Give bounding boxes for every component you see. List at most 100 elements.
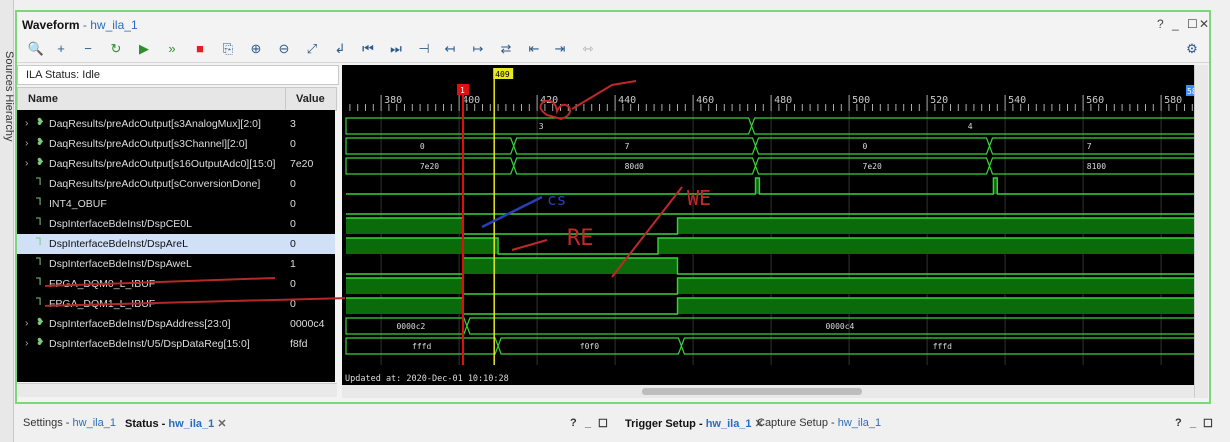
signal-row[interactable]: ⅂ DspInterfaceBdeInst/DspAreL [17,234,285,254]
signal-row[interactable]: › ❥ DspInterfaceBdeInst/U5/DspDataReg[15:0… [17,334,285,354]
signal-row[interactable]: › ❥ DaqResults/preAdcOutput[s3Channel][2:0… [17,134,285,154]
signal-value-cell[interactable]: 0 [285,234,335,254]
bus-signal-icon: ❥ [36,137,45,148]
expand-chevron-icon[interactable]: › [25,157,29,169]
bus-value-label: 0 [420,142,425,151]
bottom-minimize-button[interactable]: _ [585,417,591,437]
waveform-vertical-scrollbar[interactable] [1194,65,1208,398]
we-annotation: WE [687,186,711,210]
zoom-fit-button[interactable]: ⤢ [301,39,323,59]
bottom-restore-button[interactable]: ☐ [598,417,608,437]
tab-label: Capture Setup [757,417,828,429]
bus-value-label: f0f0 [580,342,599,351]
zoom-out-button[interactable]: ⊖ [273,39,295,59]
signal-value-cell[interactable]: 7e20 [285,154,335,174]
waveform-canvas[interactable]: 380 400 420 440 460 480 500 520 540 560 580 3 4 0 7 0 7 7… [342,8,1205,385]
next-marker-button[interactable]: ⇥ [549,39,571,59]
value-column-header[interactable]: Value [285,87,337,111]
bus-value-label: 7e20 [863,162,882,171]
prev-transition-button[interactable]: ↤ [439,39,461,59]
name-column-header[interactable]: Name [17,87,286,111]
next-transition-button[interactable]: ↦ [467,39,489,59]
close-button[interactable]: ✕ [1199,17,1209,31]
title-bar: Waveform - hw_ila_1 ? _ ☐ ✕ [17,12,1209,36]
zoom-in-button[interactable]: ⊕ [245,39,267,59]
snap-button[interactable]: ⇿ [577,39,599,59]
signal-row[interactable]: › ❥ DaqResults/preAdcOutput[s3AnalogMux][2… [17,114,285,134]
expand-chevron-icon[interactable]: › [25,337,29,349]
signal-name: DaqResults/preAdcOutput[sConversionDone] [49,178,261,190]
ruler-label: 480 [774,95,792,106]
remove-button[interactable]: − [77,39,99,59]
bus-value-label: 0 [863,142,868,151]
ruler-label: 580 [1164,95,1182,106]
bottom-tab-capture-setup[interactable]: Capture Setup - hw_ila_1 [757,417,881,437]
go-to-start-button[interactable]: ⏮ [357,39,379,59]
bus-segment [513,137,757,155]
sources-hierarchy-side-tab[interactable]: Sources Hierarchy [0,0,15,442]
bus-segment [750,117,1205,135]
signal-value-cell[interactable]: 0000c4 [285,314,335,334]
go-to-end-button[interactable]: ⏭ [385,39,407,59]
signal-high-fill [346,298,463,314]
signal-row[interactable]: ⅂ INT4_OBUF [17,194,285,214]
signal-high-fill [677,278,1204,294]
expand-chevron-icon[interactable]: › [25,137,29,149]
tab-close-icon[interactable]: ✕ [217,418,226,430]
signal-row[interactable]: › ❥ DaqResults/preAdcOutput[s16OutputAdc0]… [17,154,285,174]
expand-chevron-icon[interactable]: › [25,317,29,329]
signal-name: INT4_OBUF [49,198,107,210]
minimize-button[interactable]: _ [1172,17,1179,31]
tab-device: hw_ila_1 [72,417,116,429]
run-continuous-button[interactable]: » [161,39,183,59]
export-button[interactable]: ⎘ [217,39,239,59]
signal-row[interactable]: ⅂ DaqResults/preAdcOutput[sConversionDone… [17,174,285,194]
signal-value: 0 [290,138,296,150]
swap-cursors-button[interactable]: ⇄ [495,39,517,59]
stop-button[interactable]: ■ [189,39,211,59]
signal-value: 0 [290,218,296,230]
signal-value-cell[interactable]: 0 [285,174,335,194]
run-trigger-button[interactable]: ▶ [133,39,155,59]
signal-value-cell[interactable]: 0 [285,214,335,234]
signal-row[interactable]: ⅂ DspInterfaceBdeInst/DspCE0L [17,214,285,234]
signal-high-fill [346,238,499,254]
signal-high-fill [346,278,463,294]
bottom-help-button[interactable]: ? [1175,417,1182,437]
signal-value-cell[interactable]: 0 [285,194,335,214]
bit-signal-icon: ⅂ [36,257,42,268]
bottom-restore-button[interactable]: ☐ [1203,417,1213,437]
bus-value-label: 3 [539,122,544,131]
signal-value-cell[interactable]: 0 [285,134,335,154]
add-button[interactable]: + [50,39,72,59]
add-marker-button[interactable]: ⊣ [413,39,435,59]
signal-row[interactable]: › ❥ DspInterfaceBdeInst/DspAddress[23:0] [17,314,285,334]
waveform-panel: Waveform - hw_ila_1 ? _ ☐ ✕ 🔍 + − ↻ ▶ » ■ ⎘ ⊕ ⊖ ⤢ ↲… [15,8,1211,404]
signal-value-cell[interactable]: 0 [285,274,335,294]
settings-gear-icon[interactable]: ⚙ [1181,39,1203,59]
signal-row[interactable]: ⅂ DspInterfaceBdeInst/DspAweL [17,254,285,274]
run-trigger-immediate-button[interactable]: ↻ [105,39,127,59]
signal-value-cell[interactable]: 3 [285,114,335,134]
signal-value-cell[interactable]: 1 [285,254,335,274]
bottom-tab-trigger-setup[interactable]: Trigger Setup - hw_ila_1 ✕ [625,417,764,437]
ruler-label: 380 [384,95,402,106]
help-button[interactable]: ? [1157,17,1164,31]
expand-chevron-icon[interactable]: › [25,117,29,129]
scroll-thumb[interactable] [642,388,862,395]
prev-marker-button[interactable]: ⇤ [523,39,545,59]
restore-button[interactable]: ☐ [1187,17,1198,31]
go-to-cursor-button[interactable]: ↲ [329,39,351,59]
bottom-help-button[interactable]: ? [570,417,577,437]
search-button[interactable]: 🔍 [25,39,47,59]
name-pane-scrollbar[interactable] [17,383,337,397]
bus-value-label: 7 [625,142,630,151]
bit-signal-icon: ⅂ [36,277,42,288]
waveform-horizontal-scrollbar[interactable] [342,385,1194,398]
bottom-minimize-button[interactable]: _ [1190,417,1196,437]
signal-value-cell[interactable]: f8fd [285,334,335,354]
bottom-tab-status[interactable]: Status - hw_ila_1 ✕ [125,417,227,437]
re-annotation-stroke [511,239,548,251]
bottom-tab-settings[interactable]: Settings - hw_ila_1 [23,417,116,437]
ruler-label: 560 [1086,95,1104,106]
